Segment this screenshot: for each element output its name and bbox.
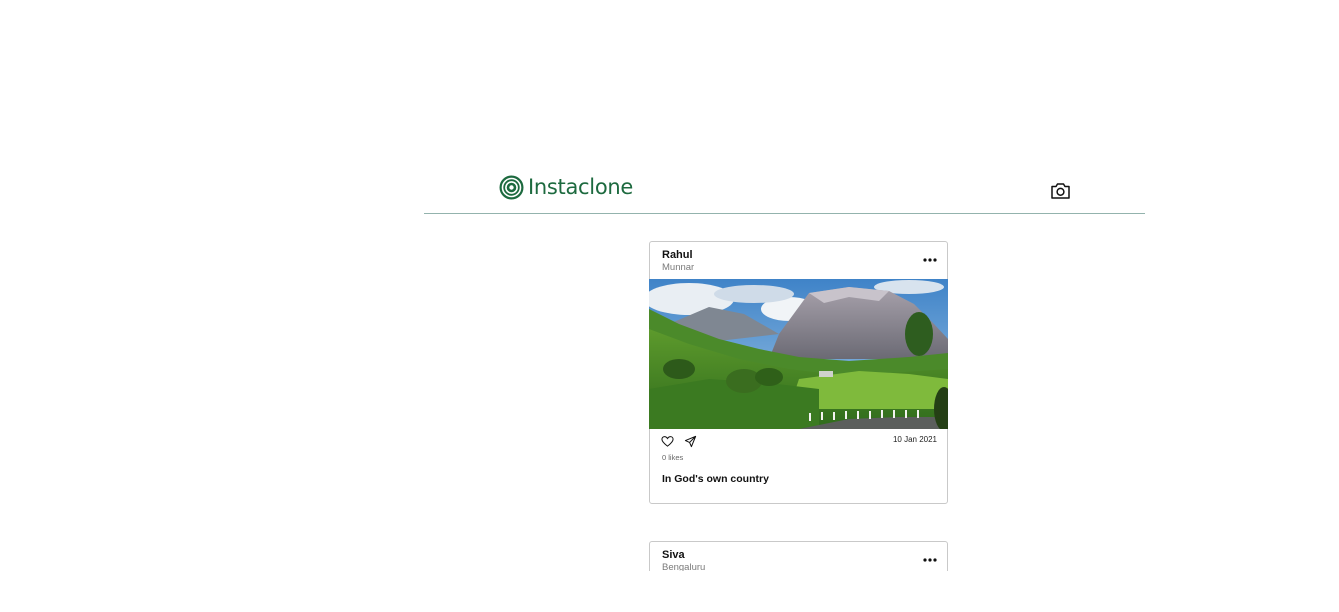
post-header: Rahul Munnar [650, 242, 947, 279]
send-icon[interactable] [684, 435, 697, 448]
likes-count: 0 likes [662, 453, 684, 462]
post-card: Rahul Munnar 10 Jan 2021 0 likes In God'… [649, 241, 948, 504]
post-header: Siva Bengaluru [650, 542, 947, 571]
post-image[interactable] [649, 279, 948, 429]
post-username[interactable]: Siva [662, 549, 685, 561]
post-username[interactable]: Rahul [662, 249, 693, 261]
post-caption: In God's own country [662, 473, 769, 485]
app-page: Instaclone Rahul Munnar 10 Jan 2021 0 li… [0, 0, 1339, 612]
post-date: 10 Jan 2021 [892, 435, 937, 444]
post-card: Siva Bengaluru [649, 541, 948, 571]
post-feed[interactable]: Rahul Munnar 10 Jan 2021 0 likes In God'… [0, 0, 1339, 571]
post-location: Munnar [662, 262, 695, 273]
heart-icon[interactable] [661, 435, 674, 448]
more-options-icon[interactable] [921, 252, 939, 268]
post-actions [661, 435, 697, 448]
post-location: Bengaluru [662, 562, 706, 571]
more-options-icon[interactable] [921, 552, 939, 568]
